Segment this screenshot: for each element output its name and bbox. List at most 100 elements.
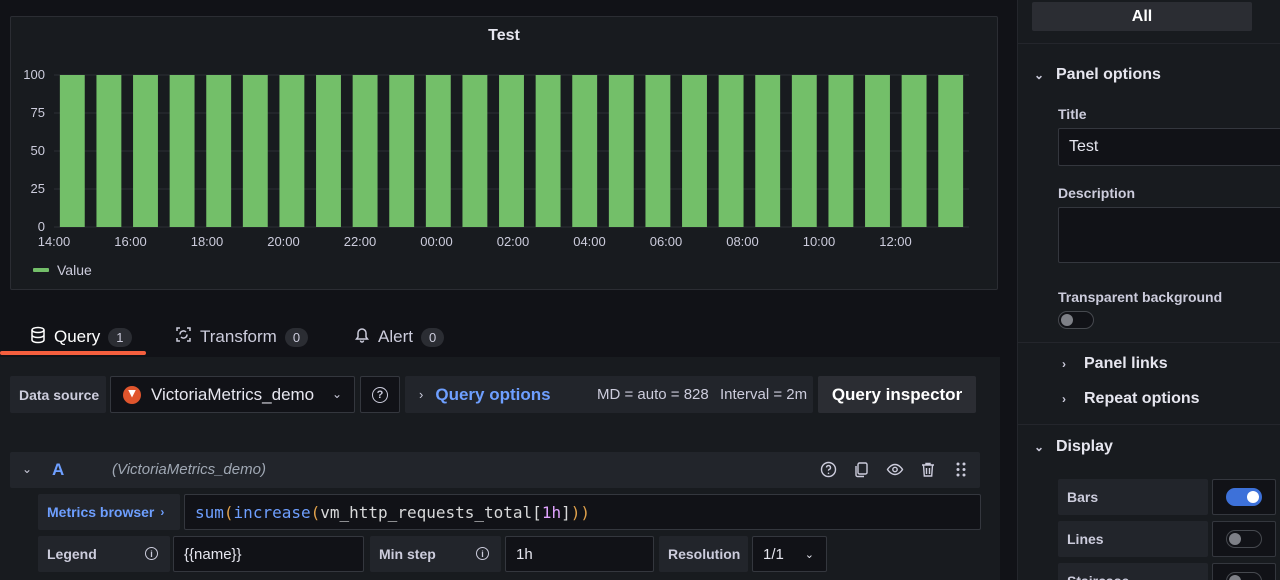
- expr-paren: ): [580, 502, 590, 522]
- chart-bar[interactable]: [535, 75, 561, 227]
- metrics-browser-button[interactable]: Metrics browser ›: [38, 494, 180, 530]
- legend-swatch: [33, 268, 49, 272]
- datasource-help-button[interactable]: ?: [360, 376, 400, 413]
- chart-bar[interactable]: [608, 75, 634, 227]
- min-step-text: Min step: [379, 546, 436, 562]
- description-label: Description: [1058, 185, 1136, 201]
- metrics-browser-label: Metrics browser: [47, 504, 155, 520]
- editor-tabs: Query 1 Transform 0 Alert 0: [10, 318, 1000, 358]
- bar-chart: 100 75 50 25 014:00 16:00 18:00 20:00 22:00 00:00…: [23, 67, 969, 249]
- chart-bar[interactable]: [499, 75, 524, 227]
- panel-options-header[interactable]: ⌄ Panel options: [1034, 66, 1161, 84]
- bars-toggle-cell: [1212, 479, 1276, 515]
- chart-bar[interactable]: [206, 75, 232, 227]
- chevron-down-icon: ⌄: [331, 387, 342, 401]
- x-tick-label: 14:00: [38, 234, 71, 249]
- transparent-toggle[interactable]: [1058, 311, 1094, 329]
- question-icon: ?: [372, 386, 388, 403]
- editor-main: Test 100 75 50 25 0 14:00 16:00 18:00 20:00 22:00…: [0, 0, 1000, 580]
- tab-alert-label: Alert: [378, 327, 413, 346]
- title-label: Title: [1058, 106, 1087, 122]
- x-tick-label: 16:00: [114, 234, 147, 249]
- all-options-tab[interactable]: All: [1032, 2, 1252, 31]
- info-icon[interactable]: i: [476, 547, 489, 560]
- chart-bar[interactable]: [389, 75, 415, 227]
- collapse-chevron-icon[interactable]: ⌄: [22, 462, 32, 476]
- chart-bar[interactable]: [572, 75, 598, 227]
- chart-bar[interactable]: [462, 75, 488, 227]
- query-inspector-button[interactable]: Query inspector: [818, 376, 976, 413]
- expr-bracket: ]: [561, 502, 571, 522]
- repeat-options-header[interactable]: › Repeat options: [1062, 390, 1200, 408]
- legend-input[interactable]: {{name}}: [173, 536, 364, 572]
- panel-links-header[interactable]: › Panel links: [1062, 355, 1168, 373]
- chart-bar[interactable]: [901, 75, 927, 227]
- eye-icon[interactable]: [885, 460, 904, 479]
- chart-bar[interactable]: [755, 75, 781, 227]
- chart-bar[interactable]: [242, 75, 268, 227]
- chart-bar[interactable]: [865, 75, 890, 227]
- chart-bar[interactable]: [133, 75, 158, 227]
- lines-toggle[interactable]: [1226, 530, 1262, 548]
- lines-label: Lines: [1058, 521, 1208, 557]
- tab-alert[interactable]: Alert 0: [354, 318, 445, 356]
- chart-bar[interactable]: [59, 75, 85, 227]
- panel-options-label: Panel options: [1056, 66, 1161, 83]
- legend-field-label: Legend i: [38, 536, 170, 572]
- trash-icon[interactable]: [918, 460, 937, 479]
- chart-bar[interactable]: [791, 75, 817, 227]
- expr-fn-sum: sum: [195, 502, 224, 522]
- query-options-toggle[interactable]: › Query options MD = auto = 828 Interval…: [405, 376, 813, 413]
- toggle-knob: [1229, 533, 1241, 545]
- transparent-label: Transparent background: [1058, 289, 1223, 305]
- chart-bar[interactable]: [352, 75, 378, 227]
- tab-alert-count: 0: [420, 327, 445, 347]
- chart-bar[interactable]: [279, 75, 305, 227]
- chart-bar[interactable]: [645, 75, 671, 227]
- x-tick-label: 18:00: [191, 234, 224, 249]
- active-tab-indicator: [0, 351, 146, 355]
- x-tick-label: 08:00: [726, 234, 759, 249]
- chart-bar[interactable]: [938, 75, 964, 227]
- resolution-select[interactable]: 1/1 ⌄: [752, 536, 827, 572]
- toggle-knob: [1061, 314, 1073, 326]
- description-textarea[interactable]: [1058, 207, 1280, 263]
- y-tick-label: 25: [31, 181, 45, 196]
- chart-bar[interactable]: [96, 75, 122, 227]
- staircase-toggle[interactable]: [1226, 572, 1262, 580]
- datasource-picker[interactable]: VictoriaMetrics_demo ⌄: [110, 376, 355, 413]
- chart-bar[interactable]: [169, 75, 195, 227]
- chart-legend[interactable]: Value: [33, 262, 92, 278]
- info-icon[interactable]: i: [145, 547, 158, 560]
- repeat-options-label: Repeat options: [1084, 390, 1200, 407]
- chart-bar[interactable]: [682, 75, 707, 227]
- y-tick-label: 75: [31, 105, 45, 120]
- min-step-input[interactable]: 1h: [505, 536, 654, 572]
- interval-text: Interval = 2m: [720, 386, 808, 403]
- options-pane: All ⌄ Panel options Title Test Descripti…: [1018, 0, 1280, 580]
- chart-bar[interactable]: [828, 75, 854, 227]
- title-input[interactable]: Test: [1058, 128, 1280, 166]
- chevron-right-icon: ›: [1062, 392, 1066, 406]
- chart-bar[interactable]: [316, 75, 341, 227]
- chart-bar[interactable]: [718, 75, 744, 227]
- display-label: Display: [1056, 438, 1113, 455]
- drag-handle-icon[interactable]: [951, 460, 970, 479]
- staircase-label: Staircase: [1058, 563, 1208, 580]
- chart-bar[interactable]: [425, 75, 451, 227]
- query-refid[interactable]: A: [52, 460, 64, 480]
- pane-splitter[interactable]: [1000, 0, 1018, 580]
- y-tick-label: 100: [23, 67, 45, 82]
- x-tick-label: 20:00: [267, 234, 300, 249]
- duplicate-icon[interactable]: [852, 460, 871, 479]
- help-icon[interactable]: [819, 460, 838, 479]
- legend-field-text: Legend: [47, 546, 97, 562]
- tab-transform[interactable]: Transform 0: [175, 318, 309, 356]
- x-tick-label: 00:00: [420, 234, 453, 249]
- query-expression-input[interactable]: sum(increase(vm_http_requests_total[1h])…: [184, 494, 981, 530]
- y-tick-label: 50: [31, 143, 45, 158]
- panel-links-label: Panel links: [1084, 355, 1168, 372]
- display-header[interactable]: ⌄ Display: [1034, 438, 1113, 456]
- bars-toggle[interactable]: [1226, 488, 1262, 506]
- datasource-value: VictoriaMetrics_demo: [151, 384, 315, 404]
